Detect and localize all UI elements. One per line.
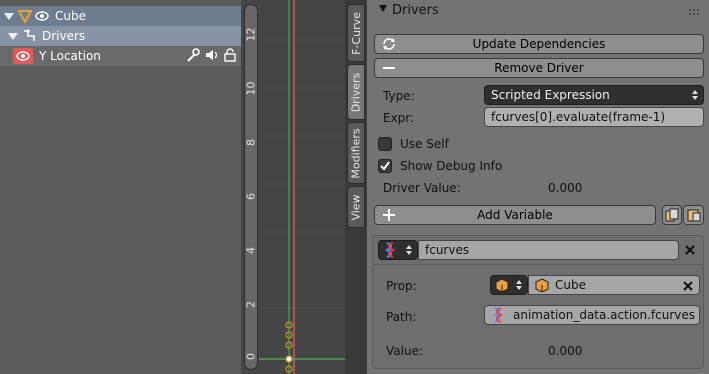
tab-drivers[interactable]: Drivers xyxy=(347,64,365,120)
id-object-field[interactable]: Cube xyxy=(528,275,700,295)
update-dependencies-button[interactable]: Update Dependencies xyxy=(374,34,704,54)
rna-path-icon xyxy=(384,242,396,258)
y-tick-label: 12 xyxy=(244,27,258,42)
copy-driver-variables-button[interactable] xyxy=(662,205,682,225)
y-tick-label: 8 xyxy=(244,139,258,146)
minus-icon xyxy=(383,67,395,69)
channel-fcurve-row[interactable]: Y Location xyxy=(0,46,241,66)
object-icon xyxy=(18,10,32,23)
clear-field-close-icon[interactable] xyxy=(681,279,695,293)
channel-object-row[interactable]: Cube xyxy=(0,6,241,26)
expand-triangle-icon[interactable] xyxy=(4,12,14,20)
path-label: Path: xyxy=(386,310,417,324)
fcurve-visibility-eye-icon[interactable] xyxy=(13,48,33,64)
variable-name-input[interactable]: fcurves xyxy=(418,240,679,260)
path-input[interactable]: animation_data.action.fcurves xyxy=(484,305,700,325)
use-self-label: Use Self xyxy=(400,137,449,151)
sidebar-tabs: F-Curve Drivers Modifiers View xyxy=(345,0,367,374)
add-variable-button[interactable]: Add Variable xyxy=(374,205,656,225)
id-type-dropdown[interactable] xyxy=(490,275,528,295)
divider xyxy=(373,264,703,265)
channel-object-label: Cube xyxy=(55,9,86,23)
paste-icon xyxy=(687,209,700,222)
lock-icon[interactable] xyxy=(223,48,237,62)
expr-label: Expr: xyxy=(383,111,415,125)
channel-list: Cube Drivers Y Location xyxy=(0,0,241,374)
drag-handle-icon[interactable] xyxy=(688,8,700,18)
eye-icon[interactable] xyxy=(35,10,49,22)
y-tick-label: 4 xyxy=(244,247,258,254)
prop-label: Prop: xyxy=(386,279,417,293)
y-tick-label: 10 xyxy=(244,81,258,96)
updown-arrows-icon xyxy=(692,90,698,100)
channel-fcurve-label: Y Location xyxy=(39,49,101,63)
tab-view[interactable]: View xyxy=(347,186,365,228)
checkmark-icon xyxy=(380,161,390,171)
cube-icon xyxy=(535,278,549,292)
y-tick-label: 6 xyxy=(244,193,258,200)
channel-drivers-row[interactable]: Drivers xyxy=(0,26,241,46)
show-debug-checkbox[interactable] xyxy=(378,159,392,173)
graph-y-scrollbar[interactable] xyxy=(244,4,258,370)
show-debug-label: Show Debug Info xyxy=(400,159,503,173)
driver-icon xyxy=(24,29,35,41)
plus-icon xyxy=(383,209,395,221)
updown-arrows-icon xyxy=(406,245,412,255)
remove-driver-button[interactable]: Remove Driver xyxy=(374,58,704,78)
variable-value-label: Value: xyxy=(386,344,423,358)
channel-drivers-label: Drivers xyxy=(42,29,86,43)
tab-modifiers[interactable]: Modifiers xyxy=(347,122,365,184)
speaker-mute-icon[interactable] xyxy=(204,48,220,62)
rna-path-icon xyxy=(492,307,504,323)
updown-arrows-icon xyxy=(516,280,522,290)
use-self-checkbox[interactable] xyxy=(378,137,392,151)
refresh-icon xyxy=(383,38,395,50)
expression-input[interactable]: fcurves[0].evaluate(frame-1) xyxy=(484,107,704,127)
variable-type-dropdown[interactable] xyxy=(378,240,418,260)
variable-value: 0.000 xyxy=(548,344,583,358)
cube-icon xyxy=(495,278,509,292)
driver-type-dropdown[interactable]: Scripted Expression xyxy=(484,85,704,105)
copy-icon xyxy=(665,208,679,222)
driver-value-label: Driver Value: xyxy=(383,181,461,195)
panel-collapse-icon[interactable] xyxy=(379,5,387,12)
y-tick-label: 0 xyxy=(244,353,258,360)
wrench-icon[interactable] xyxy=(185,48,201,62)
tab-fcurve[interactable]: F-Curve xyxy=(347,4,365,62)
panel-header-title: Drivers xyxy=(392,3,439,18)
y-tick-label: 2 xyxy=(244,301,258,308)
driver-value: 0.000 xyxy=(548,181,583,195)
remove-variable-close-icon[interactable] xyxy=(683,243,697,257)
paste-driver-variables-button[interactable] xyxy=(683,205,704,225)
type-label: Type: xyxy=(383,89,415,103)
expand-triangle-icon[interactable] xyxy=(8,32,18,40)
